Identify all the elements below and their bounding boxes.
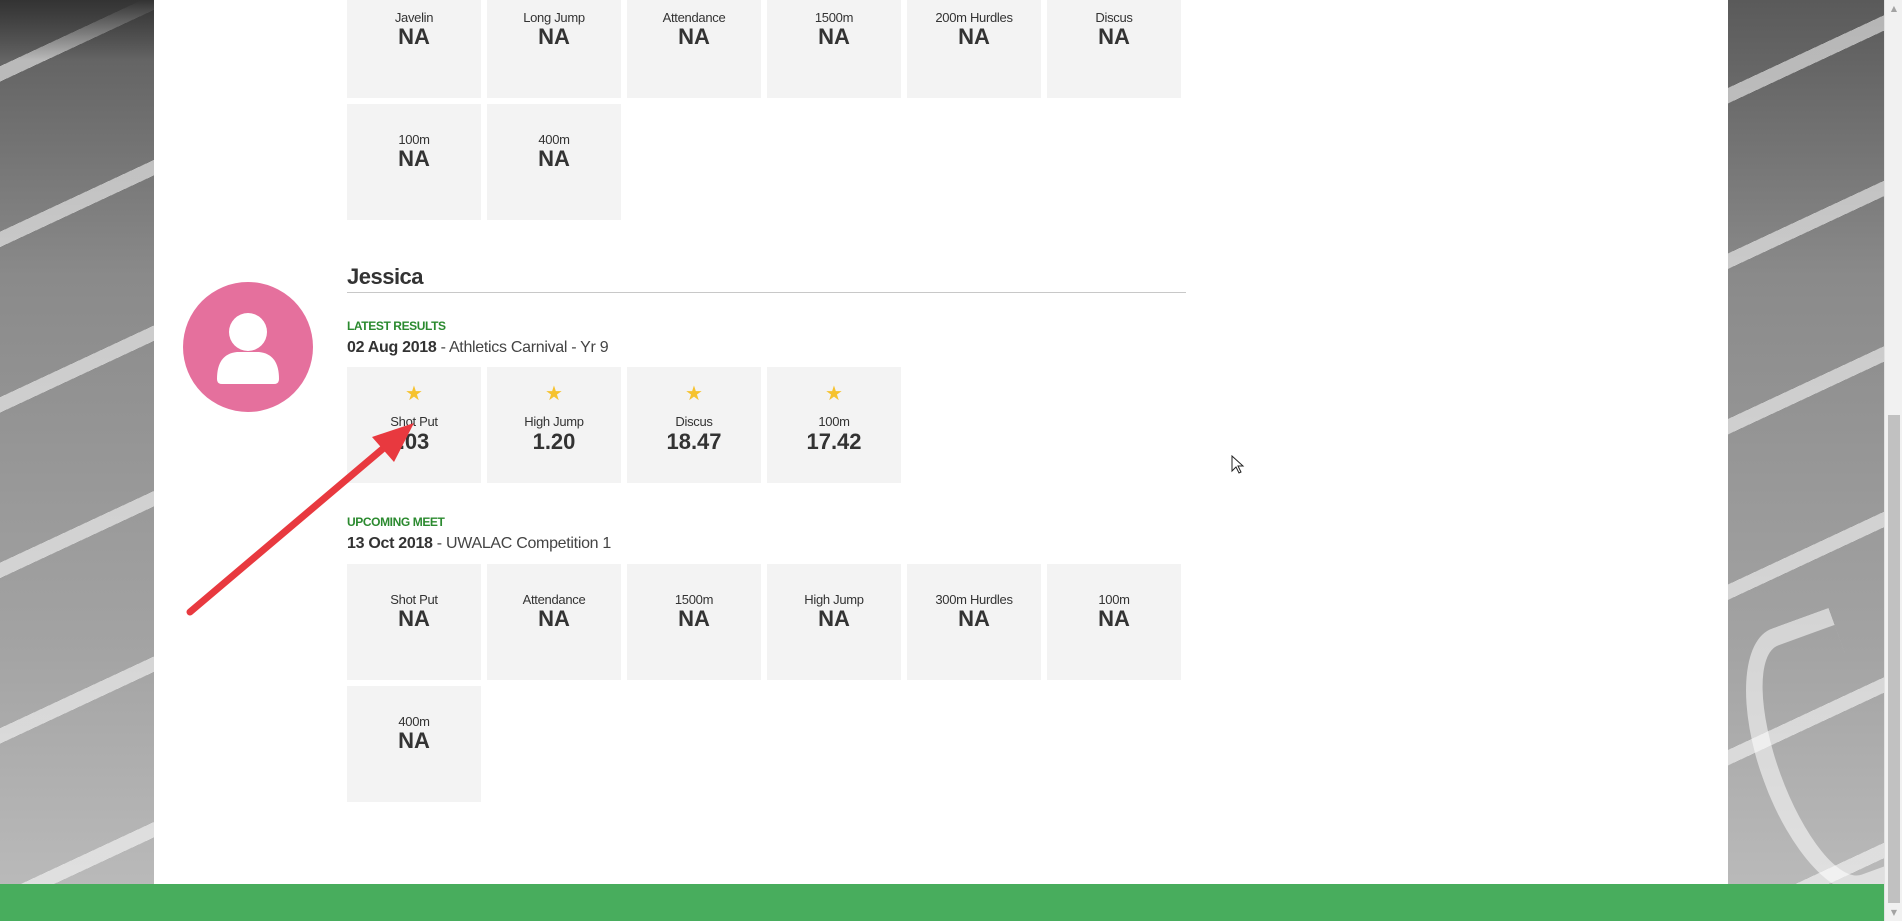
event-label: Long Jump	[523, 10, 585, 25]
event-value: NA	[538, 146, 570, 171]
event-value: NA	[678, 24, 710, 49]
event-tile: 1500m NA	[767, 0, 901, 98]
meet-date: 02 Aug 2018	[347, 339, 437, 356]
latest-meet-line: 02 Aug 2018 - Athletics Carnival - Yr 9	[347, 339, 609, 357]
star-icon: ★	[685, 381, 703, 405]
user-icon	[217, 313, 279, 384]
event-value: 18.47	[666, 429, 722, 454]
result-tile: ★ 100m 17.42	[767, 367, 901, 483]
event-tile: 400m NA	[347, 686, 481, 802]
event-label: Attendance	[522, 592, 586, 607]
event-value: NA	[538, 24, 570, 49]
upcoming-meet-line: 13 Oct 2018 - UWALAC Competition 1	[347, 535, 611, 553]
event-value: NA	[398, 146, 430, 171]
event-value: NA	[398, 728, 430, 753]
event-value: NA	[398, 24, 430, 49]
event-tile: Discus NA	[1047, 0, 1181, 98]
event-label: 1500m	[814, 10, 854, 25]
event-tile: 400m NA	[487, 104, 621, 220]
event-value: NA	[1098, 24, 1130, 49]
meet-name: Athletics Carnival - Yr 9	[448, 339, 609, 356]
event-label: 400m	[538, 132, 570, 147]
event-tile: Javelin NA	[347, 0, 481, 98]
star-icon: ★	[545, 381, 563, 405]
vertical-scrollbar[interactable]: ▲ ▼	[1884, 0, 1902, 921]
event-tile: 200m Hurdles NA	[907, 0, 1041, 98]
mouse-cursor-icon	[1231, 455, 1245, 474]
result-tile: ★ Shot Put .03	[347, 367, 481, 483]
event-tile: Long Jump NA	[487, 0, 621, 98]
event-label: High Jump	[804, 592, 864, 607]
footer-bar	[0, 884, 1884, 921]
athlete-avatar	[183, 282, 313, 412]
event-label: High Jump	[524, 414, 584, 429]
meet-name: UWALAC Competition 1	[445, 535, 612, 552]
star-icon: ★	[825, 381, 843, 405]
event-value: NA	[958, 24, 990, 49]
event-value: NA	[818, 24, 850, 49]
meet-date: 13 Oct 2018	[347, 535, 433, 552]
event-label: 1500m	[674, 592, 714, 607]
event-value: 1.20	[532, 429, 576, 454]
event-value: NA	[398, 606, 430, 631]
event-label: Shot Put	[390, 414, 438, 429]
event-tile: 100m NA	[1047, 564, 1181, 680]
event-tile: Shot Put NA	[347, 564, 481, 680]
event-label: 200m Hurdles	[935, 10, 1013, 25]
result-tile: ★ High Jump 1.20	[487, 367, 621, 483]
upcoming-meet-heading: UPCOMING MEET	[347, 515, 445, 529]
result-tile: ★ Discus 18.47	[627, 367, 761, 483]
event-label: Shot Put	[390, 592, 438, 607]
event-value: NA	[538, 606, 570, 631]
event-tile: 300m Hurdles NA	[907, 564, 1041, 680]
event-label: 300m Hurdles	[935, 592, 1013, 607]
event-tile: Attendance NA	[627, 0, 761, 98]
divider	[347, 292, 1186, 293]
event-label: Javelin	[394, 10, 434, 25]
event-label: Discus	[1095, 10, 1133, 25]
event-tile: 1500m NA	[627, 564, 761, 680]
event-value: 17.42	[806, 429, 862, 454]
event-tile: High Jump NA	[767, 564, 901, 680]
event-tile: Attendance NA	[487, 564, 621, 680]
event-label: Discus	[675, 414, 713, 429]
scroll-up-arrow-icon[interactable]: ▲	[1885, 0, 1902, 17]
background-shadow	[0, 0, 160, 60]
event-value: NA	[1098, 606, 1130, 631]
star-icon: ★	[405, 381, 423, 405]
event-value: NA	[818, 606, 850, 631]
event-label: 400m	[398, 714, 430, 729]
event-value: NA	[958, 606, 990, 631]
scrollbar-thumb[interactable]	[1888, 415, 1900, 903]
athlete-name: Jessica	[347, 264, 424, 289]
event-label: 100m	[1098, 592, 1130, 607]
event-label: 100m	[818, 414, 850, 429]
event-tile: 100m NA	[347, 104, 481, 220]
latest-results-heading: LATEST RESULTS	[347, 319, 446, 333]
scroll-down-arrow-icon[interactable]: ▼	[1885, 904, 1902, 921]
event-value: .03	[398, 429, 430, 454]
meet-separator: -	[436, 339, 449, 356]
event-label: Attendance	[662, 10, 726, 25]
event-label: 100m	[398, 132, 430, 147]
meet-separator: -	[432, 535, 446, 552]
event-value: NA	[678, 606, 710, 631]
